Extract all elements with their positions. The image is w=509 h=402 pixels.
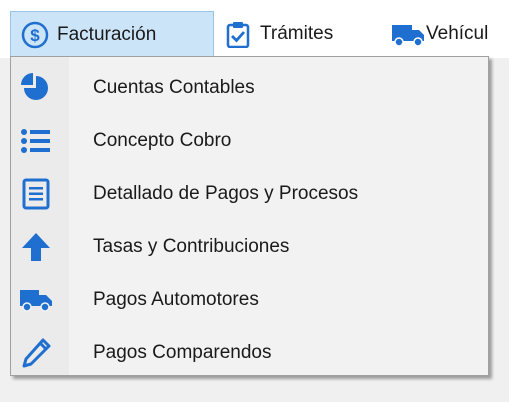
menu-item-detallado-pagos[interactable]: Detallado de Pagos y Procesos — [11, 167, 488, 220]
pencil-icon — [19, 336, 53, 370]
clipboard-check-icon — [224, 20, 252, 49]
dollar-circle-icon: $ — [21, 21, 49, 49]
truck-icon — [19, 283, 53, 317]
menu-item-label: Tasas y Contribuciones — [93, 235, 290, 257]
document-icon — [19, 177, 53, 211]
menu-tramites[interactable]: Trámites — [224, 11, 333, 57]
truck-icon — [390, 20, 424, 48]
pie-chart-icon — [19, 71, 53, 105]
menu-item-label: Cuentas Contables — [93, 76, 255, 98]
menu-facturacion-label: Facturación — [57, 23, 157, 45]
arrow-up-icon — [19, 230, 53, 264]
menu-item-cuentas-contables[interactable]: Cuentas Contables — [11, 61, 488, 114]
menu-tramites-label: Trámites — [260, 23, 334, 44]
menu-item-tasas-contribuciones[interactable]: Tasas y Contribuciones — [11, 220, 488, 273]
menu-item-label: Detallado de Pagos y Procesos — [93, 182, 359, 204]
menu-item-label: Concepto Cobro — [93, 129, 232, 151]
menu-item-pagos-comparendos[interactable]: Pagos Comparendos — [11, 326, 488, 379]
facturacion-dropdown: Cuentas Contables Concepto Cobro Detalla — [10, 56, 489, 376]
menu-vehiculos[interactable]: Vehícul — [390, 11, 488, 57]
menu-facturacion[interactable]: $ Facturación — [10, 11, 214, 57]
menu-vehiculos-label: Vehícul — [426, 23, 489, 44]
menu-item-label: Pagos Comparendos — [93, 341, 272, 363]
menu-bar: $ Facturación Trámites Vehícul — [0, 0, 509, 58]
menu-item-concepto-cobro[interactable]: Concepto Cobro — [11, 114, 488, 167]
svg-text:$: $ — [30, 26, 40, 45]
menu-item-pagos-automotores[interactable]: Pagos Automotores — [11, 273, 488, 326]
list-icon — [19, 124, 53, 158]
background-area — [0, 386, 509, 402]
menu-item-label: Pagos Automotores — [93, 288, 259, 310]
